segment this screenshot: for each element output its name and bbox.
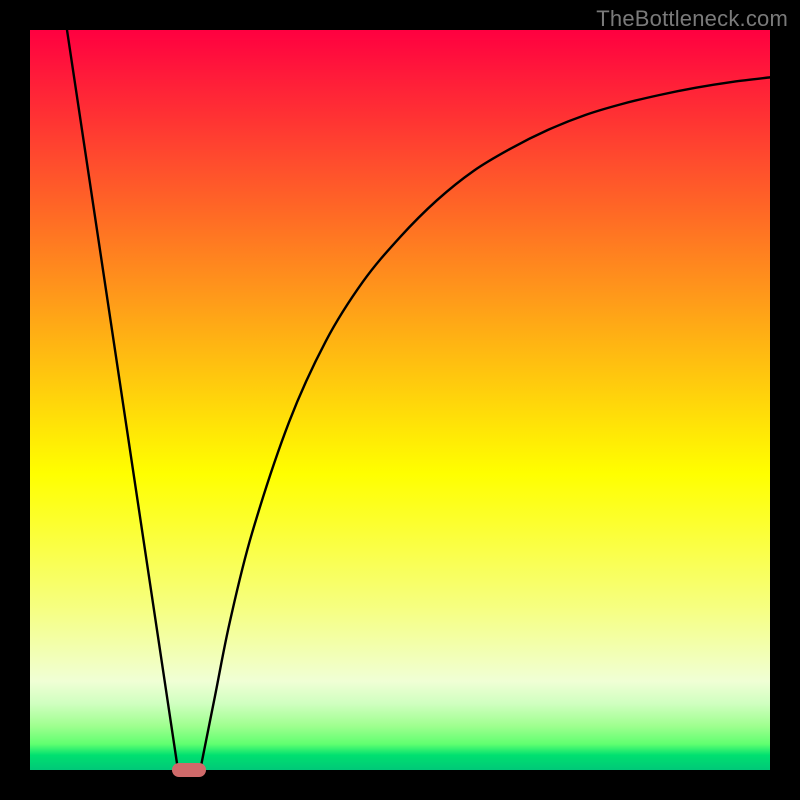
curve-layer [30,30,770,770]
watermark-text: TheBottleneck.com [596,6,788,32]
curve-right-segment [200,77,770,770]
plot-area [30,30,770,770]
chart-frame: TheBottleneck.com [0,0,800,800]
valley-marker [172,763,206,777]
curve-left-segment [67,30,178,770]
